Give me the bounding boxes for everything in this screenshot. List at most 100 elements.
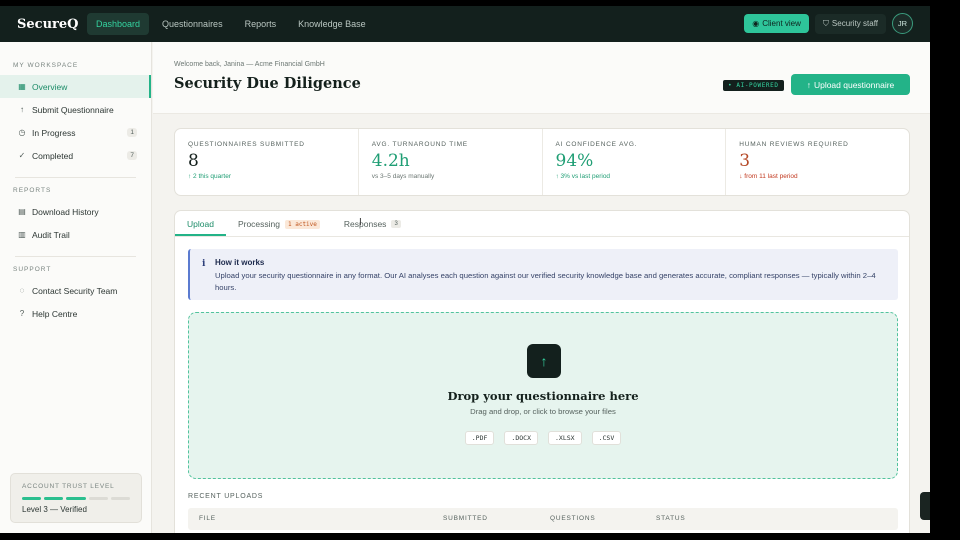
document-icon: ▤ (18, 207, 26, 216)
column-header-file[interactable]: FILE (199, 515, 216, 522)
client-view-button[interactable]: ◉ Client view (744, 14, 809, 33)
eye-icon: ◉ (752, 19, 760, 28)
count-badge: 7 (127, 151, 137, 160)
stat-label: AI CONFIDENCE AVG. (555, 141, 638, 148)
sidebar-item-label: Audit Trail (32, 229, 70, 240)
trust-level-segment (44, 497, 64, 500)
account-trust-panel: ACCOUNT TRUST LEVEL Level 3 — Verified (10, 473, 142, 523)
stat-note: ↑ 2 this quarter (188, 173, 231, 180)
format-chip: .XLSX (548, 431, 582, 445)
tab-processing[interactable]: Processing 1 active (226, 219, 332, 236)
upload-questionnaire-button[interactable]: ↑ Upload questionnaire (791, 74, 910, 95)
clipboard-icon: ▥ (18, 230, 26, 239)
sidebar-heading-support: SUPPORT (13, 266, 52, 273)
trust-value: Level 3 — Verified (22, 505, 87, 514)
sidebar-heading-workspace: MY WORKSPACE (13, 62, 79, 69)
main-content: Welcome back, Janina — Acme Financial Gm… (153, 42, 930, 533)
sidebar-divider (15, 177, 136, 178)
recent-uploads-heading: RECENT UPLOADS (188, 493, 264, 500)
stat-value: 3 (739, 151, 751, 171)
sidebar-item-label: Contact Security Team (32, 285, 118, 296)
stat-label: QUESTIONNAIRES SUBMITTED (188, 141, 305, 148)
sidebar-divider (15, 256, 136, 257)
sidebar-item-label: Completed (32, 150, 74, 161)
accepted-formats: .PDF .DOCX .XLSX .CSV (189, 431, 897, 445)
stat-questionnaires-submitted: QUESTIONNAIRES SUBMITTED 8 ↑ 2 this quar… (175, 129, 359, 195)
dropzone-title: Drop your questionnaire here (447, 389, 639, 403)
format-chip: .PDF (464, 431, 495, 445)
app-window: SecureQ Dashboard Questionnaires Reports… (0, 6, 930, 533)
how-it-works-banner: i How it works Upload your security ques… (188, 249, 898, 300)
sidebar-item-help-centre[interactable]: ? Help Centre (0, 302, 151, 325)
nav-questionnaires[interactable]: Questionnaires (153, 13, 232, 35)
stat-ai-confidence: AI CONFIDENCE AVG. 94% ↑ 3% vs last peri… (543, 129, 727, 195)
tab-upload[interactable]: Upload (175, 219, 226, 236)
nav-knowledge-base[interactable]: Knowledge Base (289, 13, 375, 35)
nav-reports[interactable]: Reports (236, 13, 286, 35)
trust-label: ACCOUNT TRUST LEVEL (22, 483, 115, 490)
count-badge: 1 (127, 128, 137, 137)
upload-card: Upload Processing 1 active Responses 3 i… (174, 210, 910, 533)
side-drawer-handle[interactable] (920, 492, 930, 520)
arrow-up-icon: ↑ (20, 105, 24, 114)
client-view-label: Client view (762, 19, 801, 28)
sidebar-item-download-history[interactable]: ▤ Download History (0, 200, 151, 223)
shield-icon: ⛉ (822, 18, 829, 28)
text-cursor-icon: I (359, 217, 362, 228)
sidebar-item-label: In Progress (32, 127, 76, 138)
column-header-questions[interactable]: QUESTIONS (550, 515, 595, 522)
sidebar-item-label: Download History (32, 206, 99, 217)
stat-note: vs 3–5 days manually (371, 173, 435, 180)
stats-panel: QUESTIONNAIRES SUBMITTED 8 ↑ 2 this quar… (174, 128, 910, 196)
recent-uploads-table-header: FILE SUBMITTED QUESTIONS STATUS (188, 508, 898, 530)
sidebar-item-contact-security-team[interactable]: ◌ Contact Security Team (0, 279, 151, 302)
welcome-text: Welcome back, Janina — Acme Financial Gm… (174, 61, 325, 68)
info-title: How it works (215, 258, 265, 267)
stat-value: 8 (188, 151, 199, 171)
info-icon: i (202, 259, 206, 269)
tab-bar: Upload Processing 1 active Responses 3 (175, 211, 909, 237)
stat-value: 94% (555, 151, 594, 171)
stat-avg-turnaround: AVG. TURNAROUND TIME 4.2h vs 3–5 days ma… (359, 129, 543, 195)
file-dropzone[interactable]: ↑ Drop your questionnaire here Drag and … (188, 312, 898, 479)
tab-label: Upload (187, 219, 214, 229)
trust-level-segment (22, 497, 42, 500)
sidebar-item-submit-questionnaire[interactable]: ↑ Submit Questionnaire (0, 98, 151, 121)
main-nav: Dashboard Questionnaires Reports Knowled… (87, 13, 375, 35)
count-badge: 3 (391, 220, 401, 228)
sidebar-item-overview[interactable]: ▦ Overview (0, 75, 151, 98)
column-header-status[interactable]: STATUS (656, 515, 685, 522)
trust-level-segment (66, 497, 86, 500)
sidebar-item-in-progress[interactable]: ◷ In Progress 1 (0, 121, 151, 144)
sidebar-item-label: Overview (32, 81, 68, 92)
format-chip: .CSV (591, 431, 622, 445)
stat-label: AVG. TURNAROUND TIME (371, 141, 468, 148)
sidebar: MY WORKSPACE ▦ Overview ↑ Submit Questio… (0, 42, 152, 533)
stat-note: ↓ from 11 last period (739, 173, 798, 180)
upload-arrow-icon: ↑ (527, 344, 561, 378)
sidebar-item-audit-trail[interactable]: ▥ Audit Trail (0, 223, 151, 246)
page-title: Security Due Diligence (174, 75, 361, 92)
trust-level-bar (22, 497, 131, 500)
top-right-controls: ◉ Client view ⛉ Security staff JR (744, 13, 913, 34)
nav-dashboard[interactable]: Dashboard (87, 13, 150, 35)
ai-powered-badge: • AI-POWERED (723, 80, 784, 91)
tab-label: Responses (343, 219, 387, 229)
top-bar: SecureQ Dashboard Questionnaires Reports… (0, 6, 930, 42)
security-staff-button[interactable]: ⛉ Security staff (814, 13, 886, 34)
avatar[interactable]: JR (892, 13, 913, 34)
clock-icon: ◷ (18, 128, 26, 137)
sidebar-item-completed[interactable]: ✓ Completed 7 (0, 144, 151, 167)
column-header-submitted[interactable]: SUBMITTED (443, 515, 488, 522)
trust-level-segment (88, 497, 108, 500)
dropzone-subtitle: Drag and drop, or click to browse your f… (470, 407, 616, 416)
stat-human-reviews: HUMAN REVIEWS REQUIRED 3 ↓ from 11 last … (726, 129, 909, 195)
stat-label: HUMAN REVIEWS REQUIRED (739, 141, 849, 148)
tab-responses[interactable]: Responses 3 (332, 219, 413, 236)
stat-note: ↑ 3% vs last period (555, 173, 611, 180)
upload-button-label: Upload questionnaire (813, 79, 895, 90)
question-icon: ? (19, 309, 25, 318)
security-staff-label: Security staff (831, 19, 878, 28)
chat-icon: ◌ (19, 286, 25, 295)
trust-level-segment (110, 497, 131, 500)
